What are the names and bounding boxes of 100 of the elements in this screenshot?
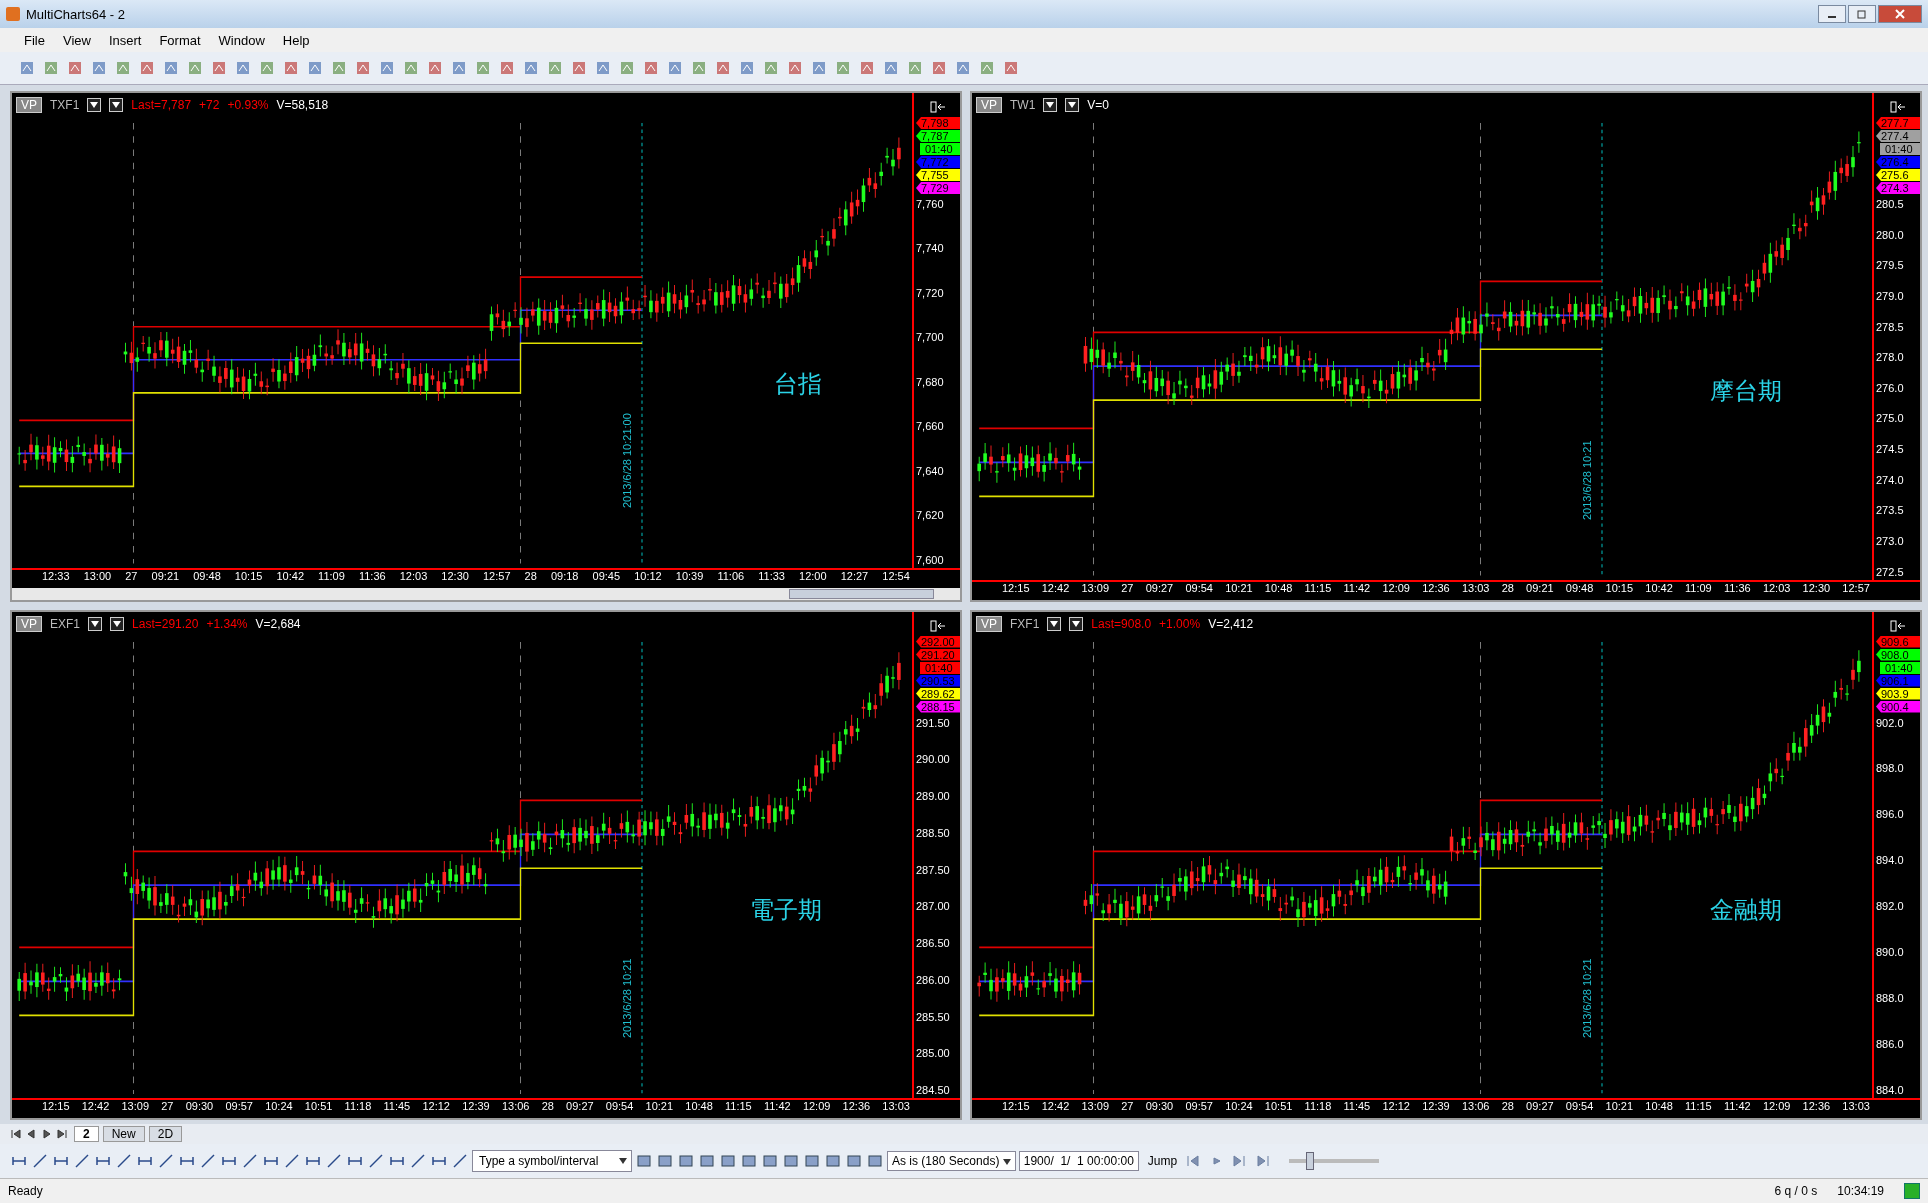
symbol-input[interactable]: Type a symbol/interval	[472, 1150, 632, 1172]
chart-tool-icon[interactable]	[698, 1152, 716, 1170]
menu-item[interactable]: Insert	[108, 32, 142, 48]
drawing-tool-icon[interactable]	[409, 1152, 427, 1170]
vp-badge[interactable]: VP	[16, 615, 42, 632]
tool-icon[interactable]	[618, 59, 636, 77]
tool-icon[interactable]	[138, 59, 156, 77]
chart-tool-icon[interactable]	[761, 1152, 779, 1170]
tool-icon[interactable]	[90, 59, 108, 77]
drawing-tool-icon[interactable]	[325, 1152, 343, 1170]
dropdown-button[interactable]	[109, 98, 124, 112]
tool-icon[interactable]	[570, 59, 588, 77]
tool-icon[interactable]	[306, 59, 324, 77]
vp-badge[interactable]: VP	[16, 97, 42, 113]
drawing-tool-icon[interactable]	[283, 1152, 301, 1170]
vp-badge[interactable]: VP	[976, 615, 1002, 632]
chart-tool-icon[interactable]	[635, 1152, 653, 1170]
dropdown-button[interactable]	[88, 616, 103, 631]
dropdown-button[interactable]	[110, 616, 125, 631]
sheet-tab[interactable]: 2	[74, 1126, 99, 1142]
tool-icon[interactable]	[162, 59, 180, 77]
tool-icon[interactable]	[594, 59, 612, 77]
sheet-tab[interactable]: New	[102, 1126, 145, 1142]
caret-icon	[112, 102, 121, 108]
tool-icon[interactable]	[258, 59, 276, 77]
tool-icon[interactable]	[738, 59, 756, 77]
menu-item[interactable]: File	[24, 32, 45, 48]
tool-icon[interactable]	[882, 59, 900, 77]
tool-icon[interactable]	[1002, 59, 1020, 77]
tool-icon[interactable]	[666, 59, 684, 77]
chart-tool-icon[interactable]	[677, 1152, 695, 1170]
chart-tool-icon[interactable]	[719, 1152, 737, 1170]
tool-icon[interactable]	[426, 59, 444, 77]
minimize-button[interactable]	[1818, 5, 1846, 23]
tool-icon[interactable]	[354, 59, 372, 77]
drawing-tool-icon[interactable]	[367, 1152, 385, 1170]
tool-icon[interactable]	[378, 59, 396, 77]
tool-icon[interactable]	[42, 59, 60, 77]
dropdown-button[interactable]	[1043, 98, 1058, 112]
chart-tool-icon[interactable]	[656, 1152, 674, 1170]
menu-item[interactable]: View	[62, 32, 91, 48]
tool-icon[interactable]	[978, 59, 996, 77]
tool-icon[interactable]	[474, 59, 492, 77]
tool-icon[interactable]	[930, 59, 948, 77]
horizontal-scrollbar[interactable]	[12, 587, 960, 600]
drawing-tool-icon[interactable]	[241, 1152, 259, 1170]
tool-icon[interactable]	[690, 59, 708, 77]
menu-item[interactable]: Format	[159, 32, 201, 48]
tool-icon[interactable]	[906, 59, 924, 77]
tool-icon[interactable]	[762, 59, 780, 77]
tool-icon[interactable]	[858, 59, 876, 77]
tool-icon[interactable]	[210, 59, 228, 77]
drawing-tool-icon[interactable]	[115, 1152, 133, 1170]
tool-icon[interactable]	[498, 59, 516, 77]
chart-tool-icon[interactable]	[740, 1152, 758, 1170]
tool-icon[interactable]	[546, 59, 564, 77]
menu-item[interactable]: Help	[282, 32, 310, 48]
drawing-tool-icon[interactable]	[157, 1152, 175, 1170]
tool-icon[interactable]	[18, 59, 36, 77]
legend-toggle-icon[interactable]	[1890, 619, 1906, 632]
tool-icon[interactable]	[66, 59, 84, 77]
tool-icon[interactable]	[282, 59, 300, 77]
chart-tool-icon[interactable]	[803, 1152, 821, 1170]
tool-icon[interactable]	[330, 59, 348, 77]
tool-icon[interactable]	[810, 59, 828, 77]
chart-tool-icon[interactable]	[866, 1152, 884, 1170]
menu-item[interactable]: Window	[218, 32, 265, 48]
tool-icon[interactable]	[402, 59, 420, 77]
dropdown-button[interactable]	[1069, 616, 1084, 631]
tool-icon[interactable]	[954, 59, 972, 77]
drawing-tool-icon[interactable]	[31, 1152, 49, 1170]
resolution-dropdown[interactable]: As is (180 Seconds)	[887, 1151, 1016, 1171]
date-field[interactable]: 1900/ 1/ 1 00:00:00	[1018, 1151, 1139, 1171]
tool-icon[interactable]	[642, 59, 660, 77]
tool-icon[interactable]	[522, 59, 540, 77]
drawing-tool-icon[interactable]	[451, 1152, 469, 1170]
legend-toggle-icon[interactable]	[930, 101, 946, 113]
tool-icon[interactable]	[834, 59, 852, 77]
chart-tool-icon[interactable]	[824, 1152, 842, 1170]
sheet-tab[interactable]: 2D	[148, 1126, 183, 1142]
tab-navigation-icon[interactable]	[10, 1128, 70, 1140]
tool-icon[interactable]	[786, 59, 804, 77]
tool-icon[interactable]	[450, 59, 468, 77]
legend-toggle-icon[interactable]	[1890, 101, 1906, 113]
drawing-tool-icon[interactable]	[199, 1152, 217, 1170]
tool-icon[interactable]	[186, 59, 204, 77]
drawing-tool-icon[interactable]	[73, 1152, 91, 1170]
jump-button[interactable]: Jump	[1141, 1153, 1184, 1169]
legend-toggle-icon[interactable]	[930, 619, 946, 632]
chart-tool-icon[interactable]	[782, 1152, 800, 1170]
tool-icon[interactable]	[114, 59, 132, 77]
zoom-slider[interactable]	[1289, 1152, 1380, 1170]
tool-icon[interactable]	[234, 59, 252, 77]
dropdown-button[interactable]	[1065, 98, 1080, 112]
tool-icon[interactable]	[714, 59, 732, 77]
chart-tool-icon[interactable]	[845, 1152, 863, 1170]
vp-badge[interactable]: VP	[976, 97, 1002, 113]
dropdown-button[interactable]	[87, 98, 102, 112]
dropdown-button[interactable]	[1047, 616, 1062, 631]
close-button[interactable]	[1878, 5, 1922, 23]
